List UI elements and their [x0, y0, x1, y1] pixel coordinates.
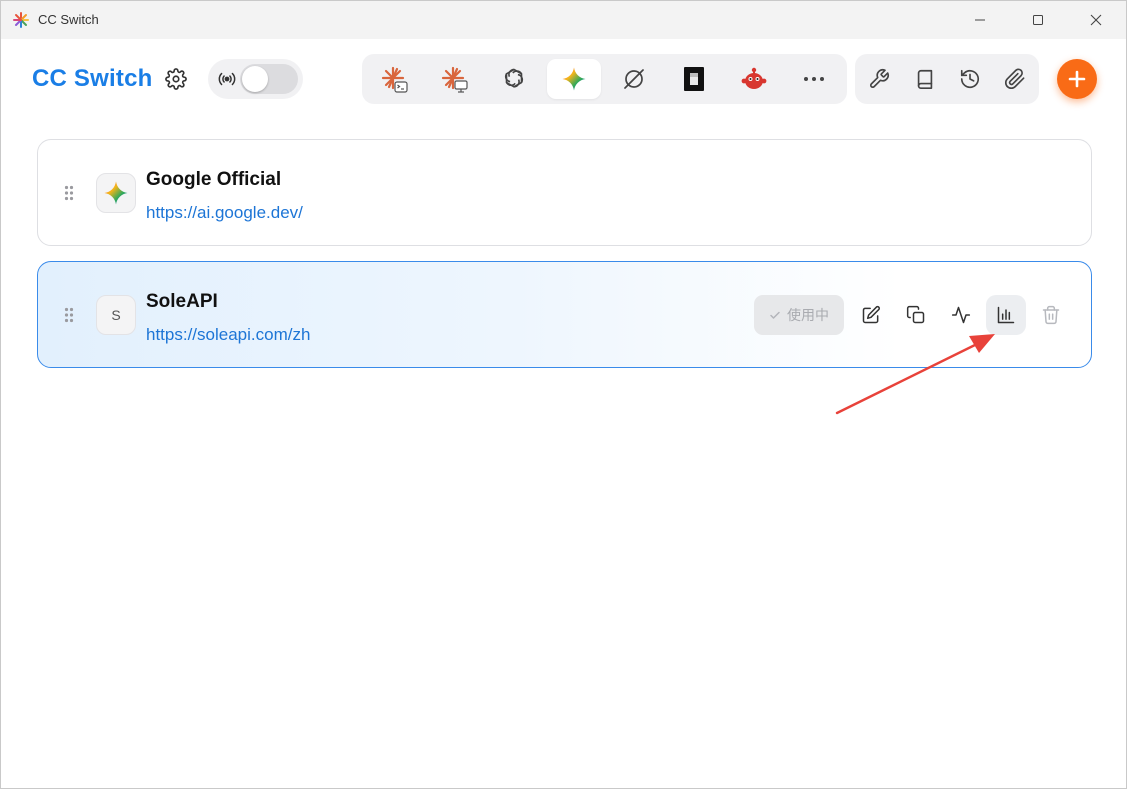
copy-icon	[906, 305, 925, 324]
minimize-button[interactable]	[957, 1, 1003, 39]
edit-icon	[862, 305, 880, 324]
bar-chart-icon	[997, 306, 1015, 324]
provider-url-link[interactable]: https://ai.google.dev/	[146, 203, 303, 223]
maximize-icon	[1033, 15, 1043, 25]
window-title: CC Switch	[38, 12, 99, 27]
trash-icon	[1042, 305, 1060, 325]
test-latency-button[interactable]	[945, 299, 977, 331]
app-logo-icon	[13, 12, 29, 28]
annotation-arrow	[835, 334, 995, 415]
tab-opencode[interactable]	[607, 59, 661, 99]
openai-icon	[504, 68, 524, 88]
in-use-button[interactable]: 使用中	[754, 295, 844, 335]
claude-desktop-icon	[441, 66, 468, 93]
duplicate-button[interactable]	[900, 299, 932, 331]
usage-stats-button[interactable]	[986, 295, 1026, 335]
proxy-switch-group	[208, 59, 303, 99]
attachments-button[interactable]	[1001, 65, 1029, 93]
book-icon	[917, 69, 933, 89]
claude-terminal-icon	[381, 66, 408, 93]
tab-red-bot[interactable]	[727, 59, 781, 99]
close-window-button[interactable]	[1073, 1, 1119, 39]
drag-handle-icon[interactable]	[64, 185, 74, 201]
close-icon	[1090, 14, 1102, 26]
tools-button[interactable]	[865, 65, 893, 93]
gemini-sparkle-icon	[562, 67, 586, 91]
red-bot-icon	[741, 67, 767, 89]
tab-gemini[interactable]	[547, 59, 601, 99]
tab-claude-code[interactable]	[367, 59, 421, 99]
provider-url-link[interactable]: https://soleapi.com/zh	[146, 325, 310, 345]
app-window: CC Switch CC Switch Google Official http…	[0, 0, 1127, 789]
settings-button[interactable]	[164, 67, 188, 91]
tab-claude-desktop[interactable]	[427, 59, 481, 99]
provider-name: Google Official	[146, 169, 282, 190]
edit-button[interactable]	[855, 299, 887, 331]
tab-openai-codex[interactable]	[487, 59, 541, 99]
provider-avatar: S	[96, 295, 136, 335]
delete-button[interactable]	[1035, 299, 1067, 331]
check-icon	[770, 311, 780, 319]
maximize-button[interactable]	[1015, 1, 1061, 39]
in-use-label: 使用中	[787, 307, 829, 323]
broadcast-icon	[218, 72, 236, 86]
minimize-icon	[975, 19, 985, 21]
docs-button[interactable]	[911, 65, 939, 93]
more-dots-icon	[804, 77, 824, 81]
orbit-icon	[624, 69, 644, 89]
brand-title: CC Switch	[32, 65, 153, 92]
provider-card-active[interactable]: S SoleAPI https://soleapi.com/zh 使用中	[37, 261, 1092, 368]
gemini-sparkle-icon	[104, 181, 128, 205]
black-square-icon	[684, 67, 704, 91]
provider-avatar	[96, 173, 136, 213]
provider-card[interactable]: Google Official https://ai.google.dev/	[37, 139, 1092, 246]
tab-more[interactable]	[787, 59, 841, 99]
wrench-icon	[870, 69, 889, 88]
tab-terminal-app[interactable]	[667, 59, 721, 99]
plus-icon	[1068, 70, 1086, 88]
title-bar: CC Switch	[1, 1, 1126, 39]
app-selector-bar	[362, 54, 847, 104]
drag-handle-icon[interactable]	[64, 307, 74, 323]
tool-bar	[855, 54, 1039, 104]
gear-icon	[165, 68, 187, 90]
paperclip-icon	[1004, 68, 1025, 90]
history-icon	[960, 69, 980, 89]
provider-name: SoleAPI	[146, 291, 218, 312]
activity-icon	[951, 306, 971, 324]
toggle-knob	[242, 66, 268, 92]
add-provider-button[interactable]	[1057, 59, 1097, 99]
proxy-toggle[interactable]	[240, 64, 298, 94]
history-button[interactable]	[956, 65, 984, 93]
